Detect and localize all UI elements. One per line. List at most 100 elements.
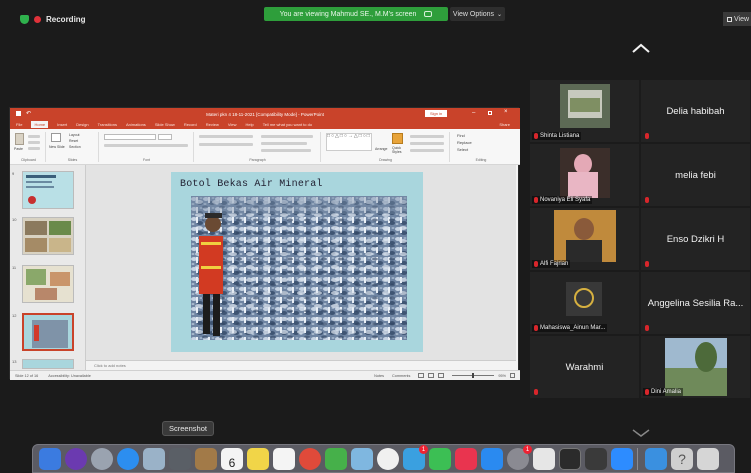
trash-icon[interactable] bbox=[697, 448, 719, 470]
ppt-ribbon: Paste Clipboard New Slide Layout Reset S… bbox=[10, 129, 520, 165]
chrome-icon[interactable] bbox=[299, 448, 321, 470]
facetime-icon[interactable] bbox=[429, 448, 451, 470]
accessibility-status[interactable]: Accessibility: Unavailable bbox=[48, 374, 91, 378]
participant-tile-alfi-fajrian[interactable]: Alfi Fajrian bbox=[530, 208, 639, 270]
comments-toggle[interactable]: Comments bbox=[392, 374, 410, 378]
slide-thumbnail-12-selected[interactable] bbox=[22, 313, 74, 351]
tell-me-search[interactable]: Tell me what you want to do bbox=[263, 122, 312, 127]
reset-button[interactable]: Reset bbox=[69, 139, 78, 143]
share-button[interactable]: Share bbox=[499, 122, 510, 127]
new-slide-icon[interactable] bbox=[51, 133, 61, 142]
ppt-restore-icon[interactable] bbox=[488, 111, 492, 115]
participant-tile-novaniya-eli-syafa[interactable]: Novaniya Eli Syafa bbox=[530, 144, 639, 206]
zoom-slider[interactable] bbox=[452, 373, 495, 378]
safari-icon[interactable] bbox=[117, 448, 139, 470]
font-name-box[interactable] bbox=[104, 134, 156, 140]
app-store-icon[interactable] bbox=[481, 448, 503, 470]
security-shield-icon bbox=[20, 14, 29, 24]
replace-button[interactable]: Replace bbox=[457, 140, 472, 145]
ppt-minimize-icon[interactable]: – bbox=[472, 110, 475, 116]
find-button[interactable]: Find bbox=[457, 133, 465, 138]
view-options-button[interactable]: View Options ⌄ bbox=[450, 7, 505, 21]
view-button[interactable]: View bbox=[723, 12, 751, 26]
quick-styles-icon[interactable] bbox=[392, 133, 403, 144]
tab-slide-show[interactable]: Slide Show bbox=[155, 122, 175, 127]
tab-record[interactable]: Record bbox=[184, 122, 197, 127]
muted-mic-icon bbox=[534, 197, 538, 203]
participant-tile-enso-dzikri-h[interactable]: Enso Dzikri H bbox=[641, 208, 750, 270]
font-size-box[interactable] bbox=[158, 134, 172, 140]
participant-tile-warahmi[interactable]: Warahmi bbox=[530, 336, 639, 398]
photos-icon[interactable] bbox=[377, 448, 399, 470]
system-preferences-icon[interactable]: 1 bbox=[507, 445, 532, 470]
tab-view[interactable]: View bbox=[228, 122, 237, 127]
reminders-icon[interactable] bbox=[273, 448, 295, 470]
finder-icon[interactable] bbox=[39, 448, 61, 470]
launchpad-icon[interactable] bbox=[91, 448, 113, 470]
paste-icon[interactable] bbox=[15, 133, 24, 145]
scroll-down-chevron-icon[interactable] bbox=[630, 428, 652, 438]
section-button[interactable]: Section bbox=[69, 145, 81, 149]
select-button[interactable]: Select bbox=[457, 147, 468, 152]
participant-label bbox=[643, 324, 651, 332]
participant-tile-delia-habibah[interactable]: Delia habibah bbox=[641, 80, 750, 142]
slide-thumbnail-11[interactable] bbox=[22, 265, 74, 303]
mail-icon[interactable]: 1 bbox=[403, 445, 428, 470]
photos-app-icon[interactable] bbox=[351, 448, 373, 470]
shapes-gallery[interactable]: □○△□○→△□○□△○→□○△□○ bbox=[326, 133, 372, 151]
preview-icon[interactable] bbox=[143, 448, 165, 470]
music-icon[interactable] bbox=[455, 448, 477, 470]
tab-help[interactable]: Help bbox=[245, 122, 253, 127]
ppt-close-icon[interactable]: × bbox=[504, 109, 508, 115]
notes-book-icon[interactable] bbox=[195, 448, 217, 470]
layout-button[interactable]: Layout bbox=[69, 133, 80, 137]
arrange-button[interactable]: Arrange bbox=[375, 147, 387, 151]
new-slide-button[interactable]: New Slide bbox=[49, 145, 67, 149]
notes-icon[interactable] bbox=[247, 448, 269, 470]
scroll-up-chevron-icon[interactable] bbox=[630, 42, 652, 54]
slide-thumbnail-9[interactable] bbox=[22, 171, 74, 209]
participant-tile-dini-amalia[interactable]: Dini Amalia bbox=[641, 336, 750, 398]
ppt-save-icon[interactable] bbox=[16, 111, 21, 116]
sorter-view-icon[interactable] bbox=[428, 373, 435, 378]
participant-tile-mahasiswa-ainun[interactable]: Mahasiswa_Ainun Mar... bbox=[530, 272, 639, 334]
screenshot-icon[interactable] bbox=[169, 448, 191, 470]
participant-tile-anggelina-sesilia[interactable]: Anggelina Sesilia Ra... bbox=[641, 272, 750, 334]
normal-view-icon[interactable] bbox=[418, 373, 425, 378]
participant-tile-shinta-listiana[interactable]: Shinta Listiana bbox=[530, 80, 639, 142]
slide-title: Botol Bekas Air Mineral bbox=[180, 179, 323, 190]
paste-button[interactable]: Paste bbox=[14, 147, 23, 151]
tab-home[interactable]: Home bbox=[31, 121, 49, 128]
zoom-icon[interactable] bbox=[611, 448, 633, 470]
tab-transitions[interactable]: Transitions bbox=[98, 122, 117, 127]
tab-file[interactable]: File bbox=[16, 122, 22, 127]
participant-tile-melia-febi[interactable]: melia febi bbox=[641, 144, 750, 206]
slide-number-10: 10 bbox=[12, 217, 17, 222]
tab-design[interactable]: Design bbox=[76, 122, 88, 127]
calendar-icon[interactable]: 6 bbox=[221, 448, 243, 470]
slide-thumbnail-10[interactable] bbox=[22, 217, 74, 255]
slide-thumbnail-13[interactable] bbox=[22, 359, 74, 369]
reading-view-icon[interactable] bbox=[438, 373, 445, 378]
zoom-level[interactable]: 95% bbox=[498, 374, 506, 378]
help-icon[interactable]: ? bbox=[671, 448, 693, 470]
minimize-icon[interactable] bbox=[424, 11, 433, 17]
ppt-undo-icon[interactable]: ↶ bbox=[26, 110, 31, 117]
siri-icon[interactable] bbox=[65, 448, 87, 470]
terminal-icon[interactable] bbox=[559, 448, 581, 470]
downloads-folder-icon[interactable] bbox=[645, 448, 667, 470]
notes-toggle[interactable]: Notes bbox=[374, 374, 384, 378]
activity-monitor-icon[interactable] bbox=[585, 448, 607, 470]
participant-video bbox=[560, 84, 610, 128]
quick-styles-button[interactable]: Quick Styles bbox=[392, 146, 406, 154]
notes-pane[interactable]: Click to add notes bbox=[86, 360, 516, 370]
fit-slide-icon[interactable] bbox=[510, 373, 515, 378]
recording-indicator[interactable]: Recording bbox=[20, 13, 86, 25]
tab-review[interactable]: Review bbox=[206, 122, 219, 127]
ppt-signin-button[interactable]: Sign in bbox=[425, 110, 448, 117]
tab-animations[interactable]: Animations bbox=[126, 122, 146, 127]
numbers-icon[interactable] bbox=[325, 448, 347, 470]
tab-insert[interactable]: Insert bbox=[57, 122, 67, 127]
group-label-slides: Slides bbox=[67, 158, 78, 162]
text-edit-icon[interactable] bbox=[533, 448, 555, 470]
